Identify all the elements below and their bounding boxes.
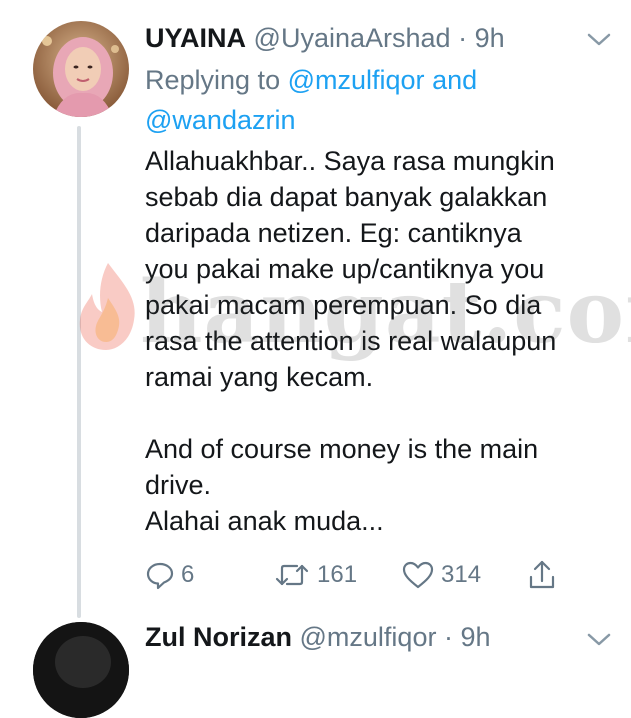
reply-icon (146, 562, 174, 590)
tweet-header: UYAINA @UyainaArshad · 9h (145, 21, 505, 55)
tweet-text-line: ramai yang kecam. (145, 362, 374, 392)
watermark-text: hangat.com (140, 262, 631, 363)
like-icon (402, 561, 434, 589)
tweet-text-line: sebab dia dapat banyak galakkan (145, 182, 548, 212)
replying-prefix: Replying to (145, 65, 281, 95)
tweet-text-line: drive. (145, 470, 212, 500)
avatar-image (33, 21, 129, 117)
display-name[interactable]: UYAINA (145, 23, 246, 53)
timestamp[interactable]: 9h (475, 23, 505, 53)
tweet-text-line: daripada netizen. Eg: cantiknya (145, 218, 522, 248)
mention-link-mzulfiqor[interactable]: @mzulfiqor (288, 65, 425, 95)
tweet-text-line: Allahuakhbar.. Saya rasa mungkin (145, 146, 555, 176)
thread-line (77, 126, 81, 618)
avatar[interactable] (33, 21, 129, 117)
reply-count: 6 (181, 561, 195, 588)
next-tweet-header: Zul Norizan @mzulfiqor · 9h (145, 620, 491, 654)
tweet-text-line: Alahai anak muda... (145, 506, 384, 536)
chevron-down-icon[interactable] (586, 630, 612, 650)
retweet-count: 161 (317, 561, 358, 588)
user-handle[interactable]: @UyainaArshad (254, 23, 451, 53)
avatar[interactable] (33, 622, 129, 718)
reply-button[interactable]: 6 (145, 555, 194, 595)
retweet-button[interactable]: 161 (273, 555, 357, 595)
separator-dot: · (458, 23, 468, 53)
mention-and[interactable]: and (432, 65, 477, 95)
tweet-actions: 6 161 314 (145, 555, 585, 595)
avatar-image (33, 622, 129, 718)
mention-link-wandazrin[interactable]: @wandazrin (145, 105, 295, 135)
tweet-text-line: And of course money is the main (145, 434, 539, 464)
chevron-down-icon[interactable] (586, 30, 612, 50)
share-icon (529, 560, 555, 589)
like-button[interactable]: 314 (401, 555, 481, 595)
retweet-icon (275, 564, 309, 586)
like-count: 314 (441, 561, 482, 588)
replying-to: Replying to @mzulfiqor and @wandazrin (145, 60, 565, 140)
share-button[interactable] (527, 555, 557, 595)
